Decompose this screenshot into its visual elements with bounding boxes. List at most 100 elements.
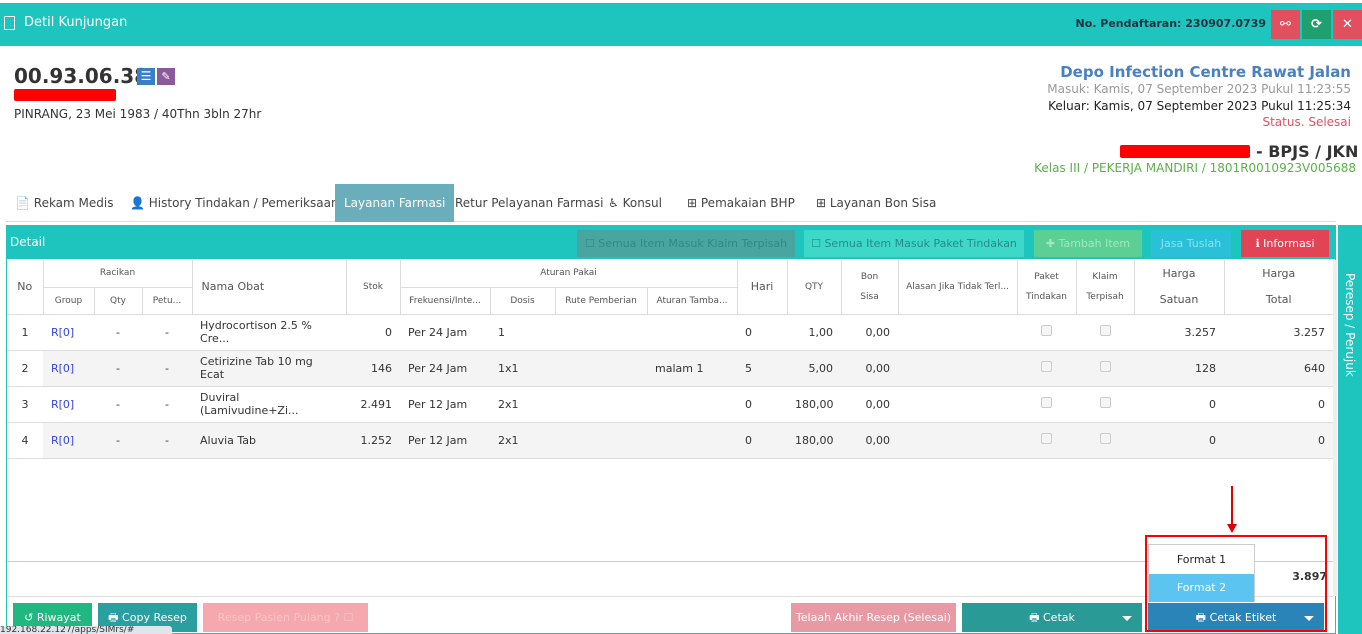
klaim-checkbox	[1076, 314, 1135, 351]
group-link[interactable]: R[0]	[43, 422, 94, 459]
col-petunjuk: Petu...	[142, 287, 193, 315]
frequency: Per 12 Jam	[400, 422, 491, 459]
route	[555, 314, 648, 351]
stock: 1.252	[346, 422, 401, 459]
stock: 0	[346, 314, 401, 351]
birth-info: PINRANG, 23 Mei 1983 / 40Thn 3bln 27hr	[14, 107, 262, 121]
col-tambahan: Aturan Tamba...	[647, 287, 738, 315]
list-icon[interactable]: ☰	[137, 68, 155, 85]
visit-status: Status. Selesai	[1262, 115, 1351, 129]
group-link[interactable]: R[0]	[43, 386, 94, 423]
col-bon-sisa: Bon Sisa	[841, 260, 899, 315]
unlink-icon[interactable]: ⚯	[1271, 10, 1300, 39]
petunjuk: -	[142, 350, 193, 387]
col-paket: Paket Tindakan	[1017, 260, 1077, 315]
col-racikan-qty: Qty	[94, 287, 143, 315]
frequency: Per 24 Jam	[400, 314, 491, 351]
checkbox[interactable]	[1041, 325, 1053, 336]
checkbox[interactable]	[1041, 397, 1053, 408]
col-dosis: Dosis	[490, 287, 556, 315]
total-price: 3.257	[1224, 314, 1334, 351]
table-row[interactable]: 3 R[0] - - Duviral (Lamivudine+Zi... 2.491 Per…	[7, 386, 1334, 423]
days: 0	[737, 314, 788, 351]
tab-layanan-farmasi[interactable]: Layanan Farmasi	[335, 184, 455, 222]
dose: 2x1	[490, 422, 556, 459]
drug-name: Aluvia Tab	[192, 422, 347, 459]
days: 0	[737, 386, 788, 423]
table-row[interactable]: 4 R[0] - - Aluvia Tab 1.252 Per 12 Jam 2x1 0 180,…	[7, 422, 1334, 459]
group-link[interactable]: R[0]	[43, 314, 94, 351]
payer: - BPJS / JKN	[1256, 142, 1359, 161]
tab-bhp[interactable]: ⊞ Pemakaian BHP	[687, 184, 795, 222]
col-klaim: Klaim Terpisah	[1076, 260, 1135, 315]
tab-bon-sisa[interactable]: ⊞ Layanan Bon Sisa	[816, 184, 936, 222]
quantity: 5,00	[787, 350, 842, 387]
panel-title: Detail	[10, 235, 46, 249]
unit-price: 0	[1134, 422, 1225, 459]
highlight-box	[1145, 535, 1327, 632]
row-no: 3	[7, 386, 43, 423]
peresep-side-tab[interactable]: Peresep / Perujuk	[1338, 225, 1362, 634]
tambah-item-button[interactable]: ✚ Tambah Item	[1034, 230, 1142, 257]
quantity: 180,00	[787, 386, 842, 423]
col-group: Group	[43, 287, 95, 315]
panel-header: Detail ☐ Semua Item Masuk Klaim Terpisah…	[7, 226, 1335, 259]
klaim-terpisah-checkbox[interactable]: ☐ Semua Item Masuk Klaim Terpisah	[577, 230, 795, 257]
drug-name: Cetirizine Tab 10 mg Ecat	[192, 350, 347, 387]
checkbox[interactable]	[1099, 325, 1111, 336]
paket-checkbox	[1017, 422, 1077, 459]
total-price: 0	[1224, 386, 1334, 423]
table-row[interactable]: 1 R[0] - - Hydrocortison 2.5 % Cre... 0 Per 24…	[7, 314, 1334, 351]
frequency: Per 24 Jam	[400, 350, 491, 387]
tab-bar: 📄 Rekam Medis 👤 History Tindakan / Pemer…	[6, 184, 1336, 222]
tab-retur[interactable]: Retur Pelayanan Farmasi	[455, 184, 603, 222]
checkbox[interactable]	[1099, 433, 1111, 444]
bon-sisa: 0,00	[841, 350, 899, 387]
days: 5	[737, 350, 788, 387]
petunjuk: -	[142, 314, 193, 351]
checkbox[interactable]	[1041, 361, 1053, 372]
resep-pulang-toggle[interactable]: Resep Pasien Pulang ? ☐	[203, 603, 368, 632]
tab-rekam-medis[interactable]: 📄 Rekam Medis	[15, 184, 113, 222]
col-stok: Stok	[346, 260, 401, 315]
total-price: 0	[1224, 422, 1334, 459]
refresh-icon[interactable]: ⟳	[1302, 10, 1331, 39]
route	[555, 386, 648, 423]
telaah-akhir-button[interactable]: Telaah Akhir Resep (Selesai)	[791, 603, 956, 632]
redacted-insurance	[1120, 145, 1250, 158]
tab-konsul[interactable]: ♿ Konsul	[608, 184, 662, 222]
extra-rule	[647, 314, 738, 351]
bon-sisa: 0,00	[841, 314, 899, 351]
col-hari: Hari	[737, 260, 788, 315]
reason	[898, 314, 1018, 351]
col-no: No	[7, 260, 44, 315]
frequency: Per 12 Jam	[400, 386, 491, 423]
stock: 146	[346, 350, 401, 387]
edit-icon[interactable]: ✎	[157, 68, 175, 85]
registration-number: No. Pendaftaran: 230907.0739	[1075, 17, 1266, 30]
days: 0	[737, 422, 788, 459]
caret-down-icon[interactable]	[1122, 616, 1132, 621]
informasi-button[interactable]: ℹ Informasi	[1241, 230, 1329, 257]
jasa-tuslah-button[interactable]: Jasa Tuslah	[1151, 230, 1231, 257]
tab-history[interactable]: 👤 History Tindakan / Pemeriksaan	[130, 184, 339, 222]
checkbox[interactable]	[1041, 433, 1053, 444]
detail-panel: Detail ☐ Semua Item Masuk Klaim Terpisah…	[6, 225, 1337, 634]
table-scrollbar[interactable]	[1333, 260, 1337, 596]
col-frekuensi: Frekuensi/Inte...	[400, 287, 491, 315]
patient-id: 00.93.06.38	[14, 64, 149, 88]
check-out: Keluar: Kamis, 07 September 2023 Pukul 1…	[1048, 99, 1351, 113]
checkbox[interactable]	[1099, 361, 1111, 372]
checkbox[interactable]	[1099, 397, 1111, 408]
close-icon[interactable]: ✕	[1333, 10, 1362, 39]
extra-rule	[647, 386, 738, 423]
dose: 2x1	[490, 386, 556, 423]
route	[555, 350, 648, 387]
cetak-button[interactable]: 🖶 Cetak	[962, 603, 1142, 632]
table-row[interactable]: 2 R[0] - - Cetirizine Tab 10 mg Ecat 146 Per 2…	[7, 350, 1334, 387]
paket-tindakan-checkbox[interactable]: ☐ Semua Item Masuk Paket Tindakan	[804, 230, 1024, 257]
col-aturan: Aturan Pakai	[400, 260, 738, 288]
klaim-checkbox	[1076, 386, 1135, 423]
bon-sisa: 0,00	[841, 422, 899, 459]
group-link[interactable]: R[0]	[43, 350, 94, 387]
